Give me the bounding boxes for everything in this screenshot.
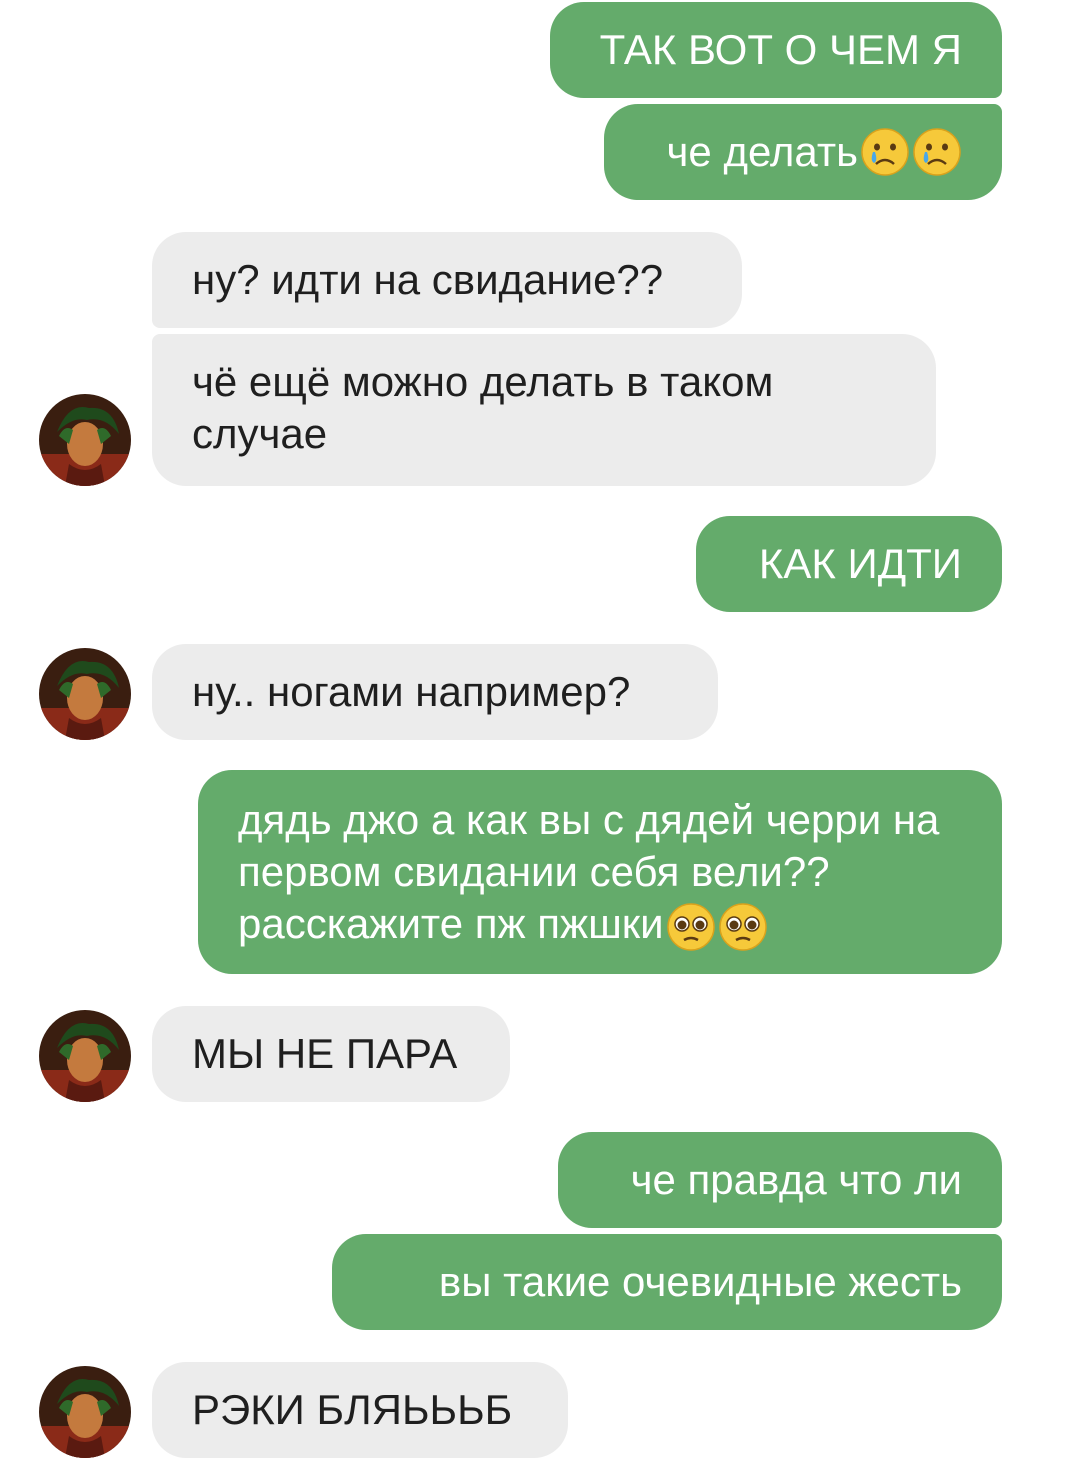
- crying-face-icon: [912, 127, 962, 177]
- message-text: ТАК ВОТ О ЧЕМ Я: [599, 26, 962, 73]
- avatar[interactable]: [39, 1366, 131, 1458]
- message-text: че правда что ли: [630, 1156, 962, 1203]
- message-bubble-incoming[interactable]: чё ещё можно делать в таком случае: [152, 334, 936, 486]
- message-text: КАК ИДТИ: [758, 540, 962, 587]
- message-bubble-outgoing[interactable]: ТАК ВОТ О ЧЕМ Я: [550, 2, 1002, 98]
- message-bubble-incoming[interactable]: МЫ НЕ ПАРА: [152, 1006, 510, 1102]
- avatar[interactable]: [39, 648, 131, 740]
- message-text: вы такие очевидные жесть: [438, 1258, 962, 1305]
- message-bubble-outgoing[interactable]: че делать: [604, 104, 1002, 200]
- message-text: ну? идти на свидание??: [192, 256, 664, 303]
- message-text: че делать: [666, 128, 858, 175]
- message-bubble-outgoing[interactable]: вы такие очевидные жесть: [332, 1234, 1002, 1330]
- message-bubble-outgoing[interactable]: дядь джо а как вы с дядей черри на перво…: [198, 770, 1002, 974]
- message-bubble-incoming[interactable]: ну.. ногами например?: [152, 644, 718, 740]
- avatar[interactable]: [39, 394, 131, 486]
- crying-face-icon: [860, 127, 910, 177]
- message-bubble-incoming[interactable]: РЭКИ БЛЯЬЬЬБ: [152, 1362, 568, 1458]
- message-bubble-incoming[interactable]: ну? идти на свидание??: [152, 232, 742, 328]
- pleading-face-icon: [718, 902, 768, 952]
- message-text: РЭКИ БЛЯЬЬЬБ: [192, 1386, 513, 1433]
- message-text: МЫ НЕ ПАРА: [192, 1030, 458, 1077]
- message-text: чё ещё можно делать в таком случае: [192, 358, 774, 457]
- message-text: дядь джо а как вы с дядей черри на перво…: [238, 796, 940, 947]
- pleading-face-icon: [666, 902, 716, 952]
- message-bubble-outgoing[interactable]: КАК ИДТИ: [696, 516, 1002, 612]
- message-bubble-outgoing[interactable]: че правда что ли: [558, 1132, 1002, 1228]
- avatar[interactable]: [39, 1010, 131, 1102]
- message-text: ну.. ногами например?: [192, 668, 631, 715]
